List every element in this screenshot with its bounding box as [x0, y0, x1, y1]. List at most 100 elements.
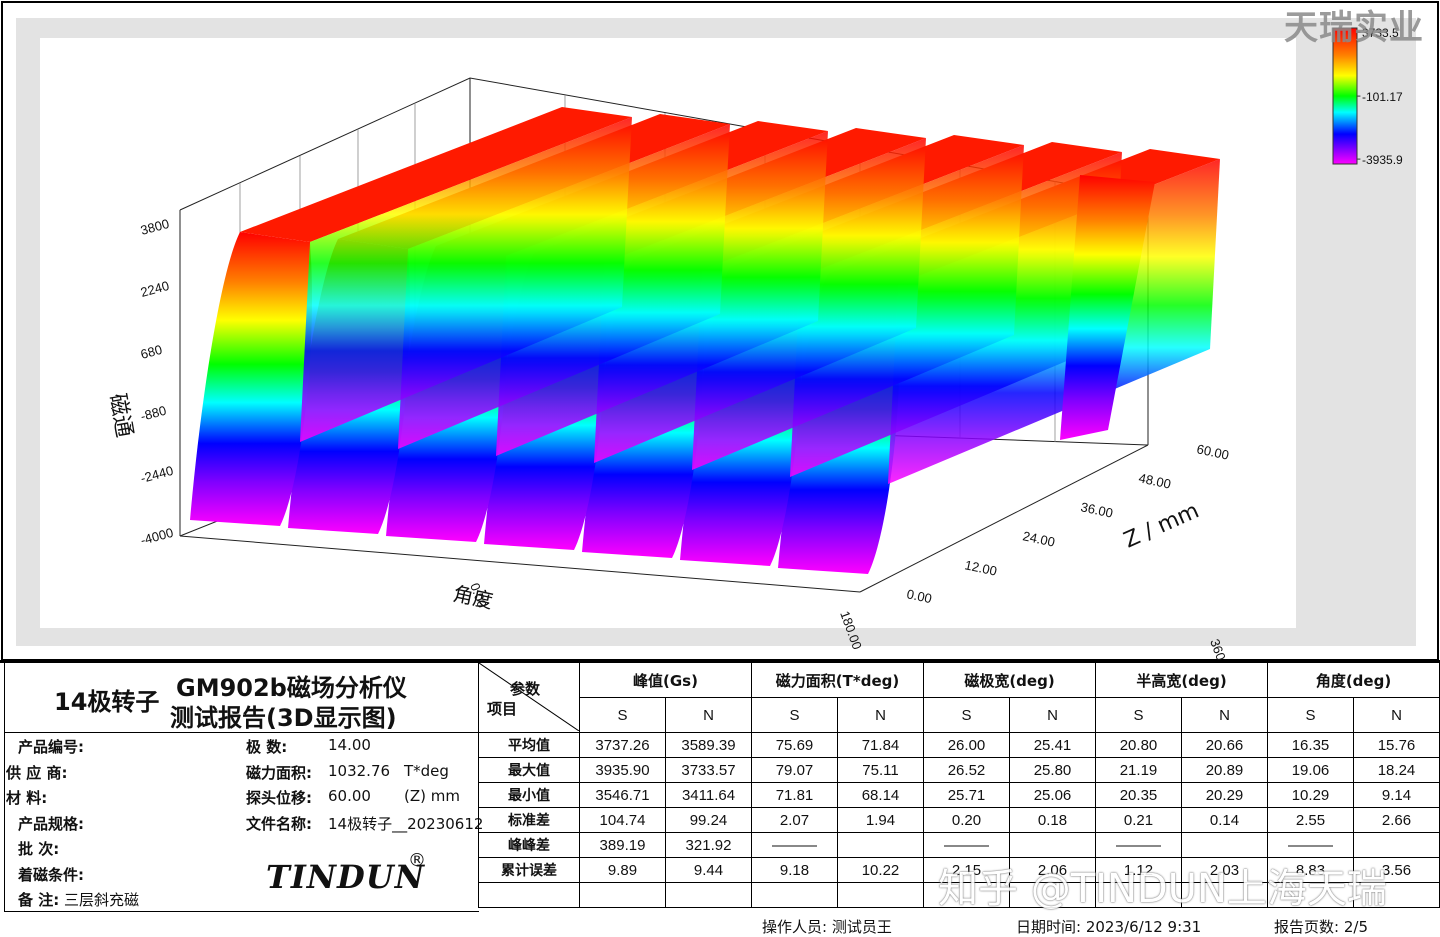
table-cell: 104.74 — [579, 807, 666, 833]
field-value: 14.00 — [328, 736, 371, 754]
table-cell: 3935.90 — [579, 757, 666, 783]
table-cell: 75.69 — [751, 732, 838, 758]
table-row: 最大值 3935.90 3733.57 79.07 75.11 26.52 25.80 21.… — [478, 757, 1440, 783]
column-header: 半高宽(deg) — [1095, 662, 1268, 698]
table-cell — [751, 882, 838, 908]
table-cell: ——— — [751, 832, 838, 858]
table-cell: 0.21 — [1095, 807, 1182, 833]
field-label: 材 料: — [6, 789, 48, 807]
field-unit: (Z) mm — [404, 787, 460, 805]
table-cell: 2.55 — [1267, 807, 1354, 833]
left-field: 材 料: — [6, 787, 47, 808]
tindun-logo: TINDUN — [266, 858, 425, 896]
table-cell: ——— — [1095, 832, 1182, 858]
table-cell: 71.84 — [837, 732, 924, 758]
colorbar-mid: -101.17 — [1362, 90, 1403, 104]
table-cell: 2.07 — [751, 807, 838, 833]
sub-column-header: N — [837, 697, 924, 733]
watermark-zhihu: 知乎 @TINDUN上海天瑞 — [938, 866, 1387, 912]
sub-column-header: S — [579, 697, 666, 733]
product-title: 14极转子 — [54, 688, 160, 716]
surface-chart: -4000-2440-880680224038000.00180.00360.0… — [1, 1, 1439, 660]
column-header: 磁力面积(T*deg) — [751, 662, 924, 698]
left-field: 着磁条件: — [18, 864, 84, 885]
row-name: 峰峰差 — [478, 832, 580, 858]
date-value: 2023/6/12 9:31 — [1085, 918, 1202, 936]
field-label: 产品规格: — [18, 814, 84, 833]
row-name: 最小值 — [478, 782, 580, 808]
table-cell: 10.29 — [1267, 782, 1354, 808]
table-cell: 26.00 — [923, 732, 1010, 758]
table-cell — [1181, 832, 1268, 858]
table-cell: 25.80 — [1009, 757, 1096, 783]
operator-value: 测试员王 — [831, 918, 892, 936]
row-name — [478, 882, 580, 908]
field-label: 磁力面积: — [246, 763, 312, 782]
right-field: 极 数: 14.00 — [246, 736, 371, 757]
table-cell: 99.24 — [665, 807, 752, 833]
table-cell: 1.94 — [837, 807, 924, 833]
table-cell: 21.19 — [1095, 757, 1182, 783]
table-cell: 9.44 — [665, 857, 752, 883]
field-value: 1032.76 — [328, 761, 391, 780]
field-label: 文件名称: — [246, 814, 312, 833]
table-cell: 16.35 — [1267, 732, 1354, 758]
left-field: 备 注: 三层斜充磁 — [18, 889, 139, 910]
column-header: 磁极宽(deg) — [923, 662, 1096, 698]
header-corner — [478, 662, 580, 733]
table-cell: 9.14 — [1353, 782, 1440, 808]
table-cell: 389.19 — [579, 832, 666, 858]
table-cell — [1009, 832, 1096, 858]
footer-page: 报告页数: 2/5 — [1274, 916, 1368, 937]
watermark-company: 天瑞实业 — [1284, 8, 1424, 48]
field-label: 极 数: — [246, 738, 288, 756]
column-header: 角度(deg) — [1267, 662, 1440, 698]
table-cell: 71.81 — [751, 782, 838, 808]
table-cell: 68.14 — [837, 782, 924, 808]
table-cell: 0.18 — [1009, 807, 1096, 833]
table-row: 最小值 3546.71 3411.64 71.81 68.14 25.71 25.06 20.… — [478, 782, 1440, 808]
table-cell: 2.66 — [1353, 807, 1440, 833]
table-row: 平均值 3737.26 3589.39 75.69 71.84 26.00 25.41 20.… — [478, 732, 1440, 758]
table-cell: 3546.71 — [579, 782, 666, 808]
table-cell — [1353, 832, 1440, 858]
table-row: 峰峰差 389.19 321.92 ——— ——— ——— ——— — [478, 832, 1440, 858]
left-field: 批 次: — [18, 838, 59, 859]
report-title: 测试报告(3D显示图) — [170, 704, 397, 732]
sub-column-header: N — [1353, 697, 1440, 733]
table-cell: 0.20 — [923, 807, 1010, 833]
table-cell: 25.06 — [1009, 782, 1096, 808]
table-cell: 15.76 — [1353, 732, 1440, 758]
sub-column-header: N — [1009, 697, 1096, 733]
sub-column-header: S — [751, 697, 838, 733]
table-cell: 20.29 — [1181, 782, 1268, 808]
info-divider — [4, 732, 478, 733]
table-cell: 3589.39 — [665, 732, 752, 758]
table-cell: ——— — [923, 832, 1010, 858]
table-cell: 20.35 — [1095, 782, 1182, 808]
table-cell: 20.80 — [1095, 732, 1182, 758]
field-unit: T*deg — [404, 761, 449, 780]
table-cell — [579, 882, 666, 908]
field-value: 三层斜充磁 — [59, 891, 140, 909]
page-label: 报告页数: — [1274, 918, 1340, 936]
colorbar-min: -3935.9 — [1362, 153, 1403, 167]
field-label: 供 应 商: — [6, 763, 68, 782]
field-value: 14极转子__20230612 — [328, 814, 484, 833]
table-cell: 3737.26 — [579, 732, 666, 758]
colorbar-dash-mid: - — [1357, 89, 1361, 102]
table-cell: ——— — [1267, 832, 1354, 858]
table-cell: 20.89 — [1181, 757, 1268, 783]
date-label: 日期时间: — [1016, 918, 1082, 936]
footer-date: 日期时间: 2023/6/12 9:31 — [1016, 916, 1201, 937]
operator-label: 操作人员: — [762, 918, 828, 936]
row-name: 标准差 — [478, 807, 580, 833]
table-cell — [837, 832, 924, 858]
sub-column-header: S — [1267, 697, 1354, 733]
page-value: 2/5 — [1343, 918, 1368, 936]
sub-column-header: N — [1181, 697, 1268, 733]
table-row: 标准差 104.74 99.24 2.07 1.94 0.20 0.18 0.21 0.14 2.… — [478, 807, 1440, 833]
table-cell: 25.71 — [923, 782, 1010, 808]
footer-operator: 操作人员: 测试员王 — [762, 916, 892, 937]
table-cell: 19.06 — [1267, 757, 1354, 783]
